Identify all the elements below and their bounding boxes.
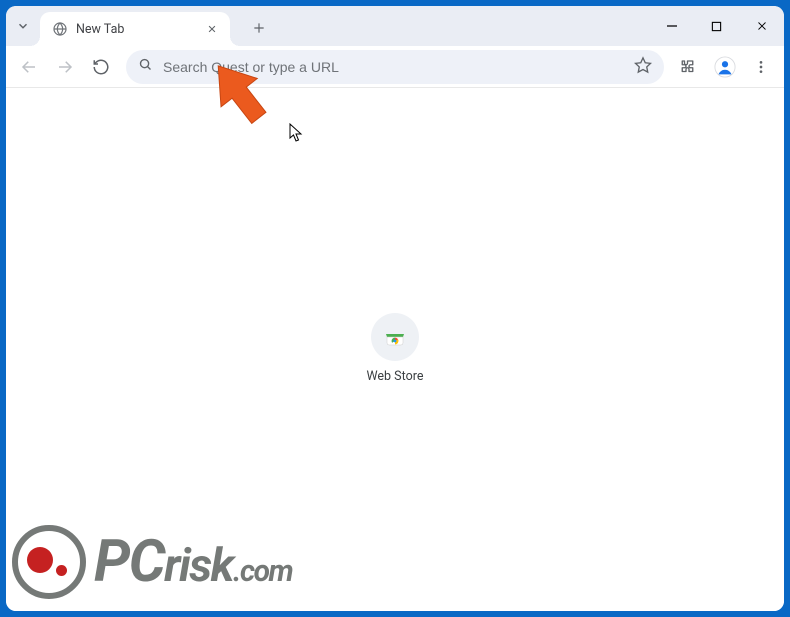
shortcut-web-store[interactable]: Web Store bbox=[345, 313, 445, 384]
tab-close-button[interactable] bbox=[204, 21, 220, 37]
menu-button[interactable] bbox=[744, 50, 778, 84]
search-icon bbox=[138, 57, 153, 76]
window-controls bbox=[649, 6, 784, 46]
profile-button[interactable] bbox=[708, 50, 742, 84]
chevron-down-icon bbox=[16, 19, 30, 33]
globe-icon bbox=[52, 21, 68, 37]
address-bar[interactable] bbox=[126, 50, 664, 84]
forward-button[interactable] bbox=[48, 50, 82, 84]
tab-title: New Tab bbox=[76, 22, 196, 37]
tab-strip: New Tab bbox=[6, 6, 784, 46]
new-tab-page: Web Store bbox=[6, 88, 784, 611]
minimize-icon bbox=[666, 20, 678, 32]
avatar-icon bbox=[714, 56, 736, 78]
minimize-button[interactable] bbox=[649, 10, 694, 42]
maximize-icon bbox=[711, 21, 722, 32]
shortcut-label: Web Store bbox=[367, 369, 424, 384]
address-input[interactable] bbox=[163, 59, 624, 75]
maximize-button[interactable] bbox=[694, 10, 739, 42]
arrow-left-icon bbox=[20, 58, 38, 76]
star-icon bbox=[634, 56, 652, 74]
close-icon bbox=[756, 20, 768, 32]
close-icon bbox=[207, 24, 217, 34]
back-button[interactable] bbox=[12, 50, 46, 84]
reload-icon bbox=[92, 58, 110, 76]
plus-icon bbox=[252, 21, 266, 35]
active-tab[interactable]: New Tab bbox=[40, 12, 230, 46]
shortcut-grid: Web Store bbox=[345, 313, 445, 384]
webstore-icon bbox=[383, 325, 407, 349]
shortcut-favicon bbox=[371, 313, 419, 361]
new-tab-button[interactable] bbox=[244, 13, 274, 43]
close-window-button[interactable] bbox=[739, 10, 784, 42]
kebab-menu-icon bbox=[753, 59, 769, 75]
puzzle-icon bbox=[680, 58, 698, 76]
bookmark-button[interactable] bbox=[634, 56, 652, 78]
toolbar bbox=[6, 46, 784, 88]
arrow-right-icon bbox=[56, 58, 74, 76]
reload-button[interactable] bbox=[84, 50, 118, 84]
extensions-button[interactable] bbox=[672, 50, 706, 84]
browser-window: New Tab bbox=[6, 6, 784, 611]
